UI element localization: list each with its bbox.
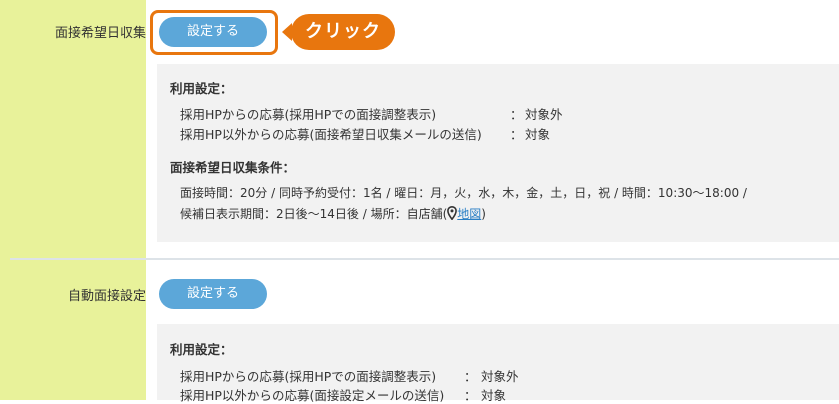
label-column xyxy=(0,0,146,400)
usage-row-value: 対象 xyxy=(525,127,551,142)
usage-row-separator: ： xyxy=(510,107,523,122)
settings-panel-interview-date-collection: 利用設定： 採用HPからの応募(採用HPでの面接調整表示) ： 対象外 採用HP… xyxy=(157,64,839,242)
map-pin-icon xyxy=(447,205,458,223)
conditions-text: 候補日表示期間：2日後〜14日後 / 場所：自店舗( xyxy=(180,207,448,221)
section-label-auto-interview-setup: 自動面接設定 xyxy=(67,289,146,304)
usage-row-separator: ： xyxy=(464,388,477,403)
setup-button-interview-date-collection[interactable]: 設定する xyxy=(159,17,267,47)
usage-row-value: 対象 xyxy=(481,388,507,403)
usage-settings-heading: 利用設定： xyxy=(170,342,233,357)
usage-row-label: 採用HP以外からの応募(面接希望日収集メールの送信) xyxy=(180,127,482,142)
map-link[interactable]: 地図 xyxy=(457,207,481,221)
usage-row-value: 対象外 xyxy=(481,369,519,384)
setup-button-auto-interview[interactable]: 設定する xyxy=(159,279,267,309)
section-label-interview-date-collection: 面接希望日収集 xyxy=(54,26,146,41)
settings-panel-auto-interview: 利用設定： 採用HPからの応募(採用HPでの面接調整表示) ： 対象外 採用HP… xyxy=(157,324,839,403)
usage-row-label: 採用HP以外からの応募(面接設定メールの送信) xyxy=(180,388,445,403)
usage-row-label: 採用HPからの応募(採用HPでの面接調整表示) xyxy=(180,369,437,384)
conditions-line: 候補日表示期間：2日後〜14日後 / 場所：自店舗( 地図) xyxy=(180,205,486,223)
section-divider xyxy=(10,258,839,260)
usage-row-value: 対象外 xyxy=(525,107,563,122)
usage-row-separator: ： xyxy=(464,369,477,384)
usage-settings-heading: 利用設定： xyxy=(170,81,233,96)
click-callout: クリック xyxy=(291,14,395,50)
usage-row-separator: ： xyxy=(510,127,523,142)
conditions-text-suffix: ) xyxy=(481,207,486,221)
usage-row-label: 採用HPからの応募(採用HPでの面接調整表示) xyxy=(180,107,437,122)
conditions-line: 面接時間：20分 / 同時予約受付：1名 / 曜日：月，火，水，木，金，土，日，… xyxy=(180,186,747,200)
conditions-heading: 面接希望日収集条件： xyxy=(170,160,296,175)
